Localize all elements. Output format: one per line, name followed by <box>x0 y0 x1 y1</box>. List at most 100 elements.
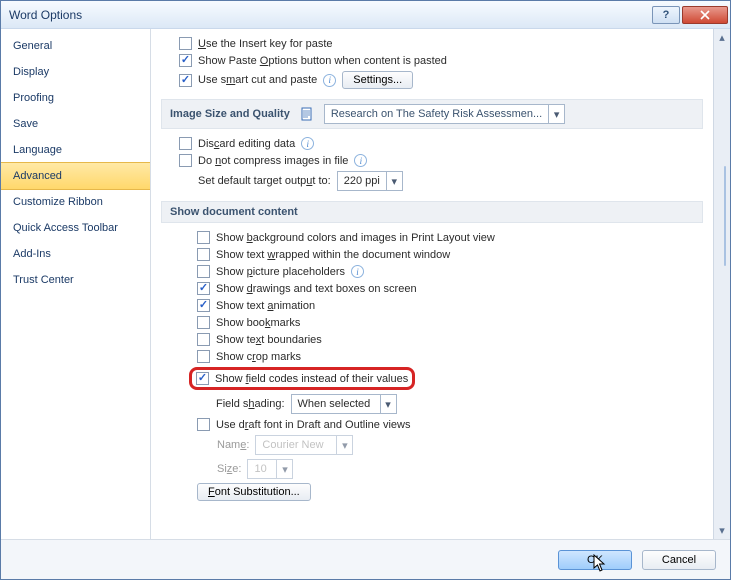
dialog-body: General Display Proofing Save Language A… <box>1 29 730 539</box>
close-button[interactable] <box>682 6 728 24</box>
option-label: Field shading: <box>216 398 285 410</box>
info-icon[interactable]: i <box>301 137 314 150</box>
opt-draft-font-size: Size: 10 ▾ <box>161 457 703 481</box>
opt-bookmarks[interactable]: Show bookmarks <box>161 314 703 331</box>
sidebar-item-display[interactable]: Display <box>1 59 150 85</box>
cancel-button[interactable]: Cancel <box>642 550 716 570</box>
sidebar-item-advanced[interactable]: Advanced <box>1 162 150 190</box>
option-label: Show drawings and text boxes on screen <box>216 283 417 295</box>
opt-use-insert-key[interactable]: Use the Insert key for paste <box>161 35 703 52</box>
opt-default-target-output: Set default target output to: 220 ppi ▾ <box>161 169 703 193</box>
section-image-size-quality: Image Size and Quality Research on The S… <box>161 99 703 129</box>
checkbox-icon[interactable] <box>197 282 210 295</box>
opt-no-compress-images[interactable]: Do not compress images in file i <box>161 152 703 169</box>
option-label: Size: <box>217 463 241 475</box>
opt-picture-placeholders[interactable]: Show picture placeholders i <box>161 263 703 280</box>
opt-draft-font-name: Name: Courier New ▾ <box>161 433 703 457</box>
option-label: Use draft font in Draft and Outline view… <box>216 419 410 431</box>
sidebar-item-save[interactable]: Save <box>1 111 150 137</box>
option-label: Show text animation <box>216 300 315 312</box>
checkbox-icon[interactable] <box>197 248 210 261</box>
sidebar-item-language[interactable]: Language <box>1 137 150 163</box>
opt-smart-cut-paste[interactable]: Use smart cut and paste i Settings... <box>161 69 703 91</box>
opt-field-shading: Field shading: When selected ▾ <box>161 392 703 416</box>
font-size-combo: 10 ▾ <box>247 459 293 479</box>
opt-bg-colors[interactable]: Show background colors and images in Pri… <box>161 229 703 246</box>
window-buttons: ? <box>650 6 728 24</box>
checkbox-icon[interactable] <box>179 37 192 50</box>
checkbox-icon[interactable] <box>179 54 192 67</box>
info-icon[interactable]: i <box>354 154 367 167</box>
option-label: Show bookmarks <box>216 317 300 329</box>
option-label: Use the Insert key for paste <box>198 38 333 50</box>
opt-font-substitution: Font Substitution... <box>161 481 703 503</box>
info-icon[interactable]: i <box>323 74 336 87</box>
vertical-scrollbar[interactable]: ▴ ▾ <box>713 29 730 539</box>
settings-button[interactable]: Settings... <box>342 71 413 89</box>
option-label: Discard editing data <box>198 138 295 150</box>
option-label: Show text wrapped within the document wi… <box>216 249 450 261</box>
checkbox-icon[interactable] <box>197 299 210 312</box>
document-icon <box>300 107 314 121</box>
checkbox-icon[interactable] <box>179 137 192 150</box>
option-label: Set default target output to: <box>198 175 331 187</box>
sidebar-item-addins[interactable]: Add-Ins <box>1 241 150 267</box>
ok-button[interactable]: OK <box>558 550 632 570</box>
chevron-down-icon[interactable]: ▾ <box>548 105 564 123</box>
option-label: Use smart cut and paste <box>198 74 317 86</box>
opt-show-paste-options[interactable]: Show Paste Options button when content i… <box>161 52 703 69</box>
section-title: Show document content <box>170 206 298 218</box>
sidebar-item-proofing[interactable]: Proofing <box>1 85 150 111</box>
combo-value: 220 ppi <box>338 173 386 189</box>
opt-drawings[interactable]: Show drawings and text boxes on screen <box>161 280 703 297</box>
sidebar-item-quick-access[interactable]: Quick Access Toolbar <box>1 215 150 241</box>
options-scroll-pane: Use the Insert key for paste Show Paste … <box>151 29 713 539</box>
opt-text-boundaries[interactable]: Show text boundaries <box>161 331 703 348</box>
combo-value: Research on The Safety Risk Assessmen... <box>325 106 548 122</box>
opt-draft-font[interactable]: Use draft font in Draft and Outline view… <box>161 416 703 433</box>
dialog-footer: OK Cancel <box>1 539 730 579</box>
section-show-document-content: Show document content <box>161 201 703 223</box>
chevron-down-icon[interactable]: ▾ <box>386 172 402 190</box>
opt-text-animation[interactable]: Show text animation <box>161 297 703 314</box>
checkbox-icon[interactable] <box>179 74 192 87</box>
combo-value: Courier New <box>256 437 336 453</box>
checkbox-icon[interactable] <box>197 231 210 244</box>
chevron-down-icon[interactable]: ▾ <box>380 395 396 413</box>
sidebar-item-customize-ribbon[interactable]: Customize Ribbon <box>1 189 150 215</box>
sidebar-item-general[interactable]: General <box>1 33 150 59</box>
checkbox-icon[interactable] <box>197 265 210 278</box>
option-label: Name: <box>217 439 249 451</box>
scroll-up-icon[interactable]: ▴ <box>714 29 730 46</box>
chevron-down-icon: ▾ <box>336 436 352 454</box>
help-button[interactable]: ? <box>652 6 680 24</box>
image-target-document-combo[interactable]: Research on The Safety Risk Assessmen...… <box>324 104 565 124</box>
option-label: Show field codes instead of their values <box>215 373 408 385</box>
window-title: Word Options <box>9 8 650 22</box>
sidebar-item-trust-center[interactable]: Trust Center <box>1 267 150 293</box>
opt-discard-editing-data[interactable]: Discard editing data i <box>161 135 703 152</box>
main-pane: Use the Insert key for paste Show Paste … <box>151 29 730 539</box>
opt-text-wrapped[interactable]: Show text wrapped within the document wi… <box>161 246 703 263</box>
target-output-combo[interactable]: 220 ppi ▾ <box>337 171 403 191</box>
checkbox-field-codes[interactable] <box>196 372 209 385</box>
opt-crop-marks[interactable]: Show crop marks <box>161 348 703 365</box>
checkbox-icon[interactable] <box>197 316 210 329</box>
section-title: Image Size and Quality <box>170 108 290 120</box>
info-icon[interactable]: i <box>351 265 364 278</box>
combo-value: When selected <box>292 396 380 412</box>
scroll-thumb[interactable] <box>724 166 726 266</box>
font-name-combo: Courier New ▾ <box>255 435 353 455</box>
field-shading-combo[interactable]: When selected ▾ <box>291 394 397 414</box>
combo-value: 10 <box>248 461 276 477</box>
option-label: Show crop marks <box>216 351 301 363</box>
option-label: Show picture placeholders <box>216 266 345 278</box>
checkbox-icon[interactable] <box>197 418 210 431</box>
checkbox-icon[interactable] <box>197 333 210 346</box>
option-label: Show Paste Options button when content i… <box>198 55 447 67</box>
checkbox-icon[interactable] <box>179 154 192 167</box>
scroll-down-icon[interactable]: ▾ <box>714 522 730 539</box>
checkbox-icon[interactable] <box>197 350 210 363</box>
opt-field-codes-row: Show field codes instead of their values <box>161 365 703 392</box>
font-substitution-button[interactable]: Font Substitution... <box>197 483 311 501</box>
